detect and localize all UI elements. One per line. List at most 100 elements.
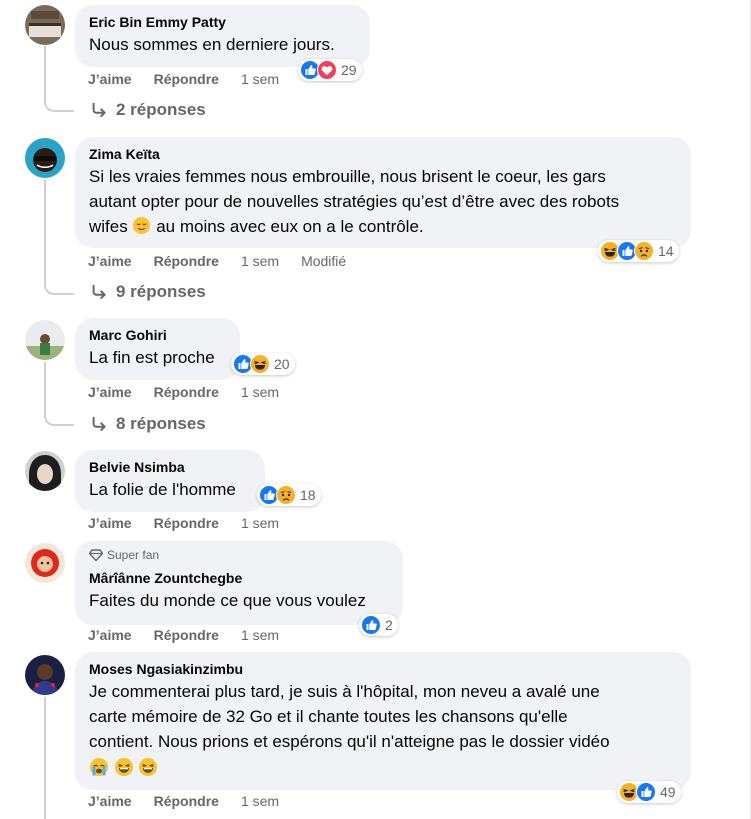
- comment-text-segment: wifes: [89, 217, 128, 236]
- reaction-count: 2: [385, 617, 393, 633]
- timestamp[interactable]: 1 sem: [241, 384, 279, 400]
- comment-actions: J’aime Répondre 1 sem: [88, 384, 279, 400]
- reply-button[interactable]: Répondre: [154, 384, 219, 400]
- view-replies-button[interactable]: 9 réponses: [90, 282, 206, 302]
- comment-bubble: Zima Keïta Si les vraies femmes nous emb…: [75, 137, 691, 248]
- super-fan-label: Super fan: [107, 548, 160, 562]
- thread-elbow: [44, 412, 74, 426]
- comment-text: Je commenterai plus tard, je suis à l'hô…: [89, 679, 679, 781]
- laughing-face-emoji-icon: [138, 757, 158, 777]
- thread-line: [44, 697, 46, 819]
- thread-elbow: [44, 281, 74, 295]
- replies-count: 8 réponses: [116, 414, 206, 433]
- comment-bubble: Super fan Mârîânne Zountchegbe Faites du…: [75, 541, 403, 625]
- reply-arrow-icon: [90, 415, 108, 433]
- reaction-count: 49: [660, 784, 676, 800]
- relieved-face-emoji-icon: [132, 216, 151, 235]
- comment-author[interactable]: Belvie Nsimba: [89, 458, 253, 476]
- haha-icon: [250, 354, 270, 374]
- sad-icon: [634, 241, 654, 261]
- comment-bubble: Belvie Nsimba La folie de l'homme: [75, 450, 265, 512]
- reply-arrow-icon: [90, 283, 108, 301]
- reaction-count: 18: [300, 487, 316, 503]
- reply-button[interactable]: Répondre: [154, 253, 219, 269]
- comment-text: Si les vraies femmes nous embrouille, no…: [89, 164, 679, 239]
- diamond-icon: [89, 549, 103, 562]
- reaction-summary[interactable]: 14: [598, 240, 679, 262]
- comment-text-line: autant opter pour de nouvelles stratégie…: [89, 192, 620, 211]
- comment-text-line: Je commenterai plus tard, je suis à l'hô…: [89, 682, 600, 701]
- comment-emoji-line: [89, 756, 679, 781]
- reaction-summary[interactable]: 18: [257, 484, 321, 506]
- comment-actions: J’aime Répondre 1 sem: [88, 515, 279, 531]
- avatar[interactable]: [25, 543, 65, 583]
- reaction-summary[interactable]: 2: [359, 614, 398, 636]
- reaction-summary[interactable]: 49: [617, 781, 681, 803]
- timestamp[interactable]: 1 sem: [241, 793, 279, 809]
- thread-line: [44, 180, 46, 281]
- thread-line: [44, 362, 46, 412]
- comment-bubble: Moses Ngasiakinzimbu Je commenterai plus…: [75, 652, 691, 790]
- like-button[interactable]: J’aime: [88, 627, 132, 643]
- thread-elbow: [44, 98, 74, 112]
- comment-text-segment: au moins avec eux on a le contrôle.: [156, 217, 424, 236]
- timestamp[interactable]: 1 sem: [241, 627, 279, 643]
- comment-author[interactable]: Moses Ngasiakinzimbu: [89, 660, 679, 678]
- avatar[interactable]: [25, 138, 65, 178]
- replies-count: 2 réponses: [116, 100, 206, 119]
- reply-button[interactable]: Répondre: [154, 627, 219, 643]
- reaction-count: 14: [658, 243, 674, 259]
- reaction-summary[interactable]: 29: [298, 59, 362, 81]
- timestamp[interactable]: 1 sem: [241, 253, 279, 269]
- reaction-count: 20: [274, 356, 290, 372]
- comment-author[interactable]: Eric Bin Emmy Patty: [89, 13, 358, 31]
- replies-count: 9 réponses: [116, 282, 206, 301]
- timestamp[interactable]: 1 sem: [241, 71, 279, 87]
- reaction-count: 29: [341, 62, 357, 78]
- timestamp[interactable]: 1 sem: [241, 515, 279, 531]
- reply-button[interactable]: Répondre: [154, 793, 219, 809]
- comment-text: Faites du monde ce que vous voulez: [89, 591, 366, 610]
- comment-bubble: Marc Gohiri La fin est proche: [75, 318, 240, 380]
- reply-arrow-icon: [90, 101, 108, 119]
- comment-actions: J’aime Répondre 1 sem Modifié: [88, 253, 346, 269]
- thread-line: [44, 46, 46, 98]
- love-icon: [317, 60, 337, 80]
- crying-face-emoji-icon: [89, 757, 109, 777]
- like-button[interactable]: J’aime: [88, 793, 132, 809]
- comment-bubble: Eric Bin Emmy Patty Nous sommes en derni…: [75, 5, 370, 67]
- comment-text: La folie de l'homme: [89, 480, 236, 499]
- avatar[interactable]: [25, 655, 65, 695]
- edited-label: Modifié: [301, 253, 347, 269]
- comment-actions: J’aime Répondre 1 sem: [88, 71, 279, 87]
- reaction-summary[interactable]: 20: [231, 353, 295, 375]
- comment-text-line: wifes au moins avec eux on a le contrôle…: [89, 214, 679, 239]
- avatar[interactable]: [25, 5, 65, 45]
- like-button[interactable]: J’aime: [88, 71, 132, 87]
- super-fan-badge: Super fan: [89, 547, 391, 563]
- comment-author[interactable]: Mârîânne Zountchegbe: [89, 569, 391, 587]
- avatar[interactable]: [25, 451, 65, 491]
- comment-author[interactable]: Zima Keïta: [89, 145, 679, 163]
- comments-list: Eric Bin Emmy Patty Nous sommes en derni…: [0, 0, 751, 819]
- view-replies-button[interactable]: 8 réponses: [90, 414, 206, 434]
- comment-actions: J’aime Répondre 1 sem: [88, 627, 279, 643]
- laughing-face-emoji-icon: [114, 757, 134, 777]
- comment-text-line: carte mémoire de 32 Go et il chante tout…: [89, 707, 568, 726]
- like-button[interactable]: J’aime: [88, 253, 132, 269]
- like-button[interactable]: J’aime: [88, 515, 132, 531]
- comment-text-line: Si les vraies femmes nous embrouille, no…: [89, 167, 606, 186]
- comment-author[interactable]: Marc Gohiri: [89, 326, 228, 344]
- sad-icon: [276, 485, 296, 505]
- reply-button[interactable]: Répondre: [154, 515, 219, 531]
- comment-text-line: contient. Nous prions et espérons qu'il …: [89, 732, 610, 751]
- comment-text: Nous sommes en derniere jours.: [89, 35, 335, 54]
- avatar[interactable]: [25, 320, 65, 360]
- comment-text: La fin est proche: [89, 348, 215, 367]
- like-icon: [361, 615, 381, 635]
- reply-button[interactable]: Répondre: [154, 71, 219, 87]
- like-button[interactable]: J’aime: [88, 384, 132, 400]
- view-replies-button[interactable]: 2 réponses: [90, 100, 206, 120]
- like-icon: [636, 782, 656, 802]
- comment-actions: J’aime Répondre 1 sem: [88, 793, 279, 809]
